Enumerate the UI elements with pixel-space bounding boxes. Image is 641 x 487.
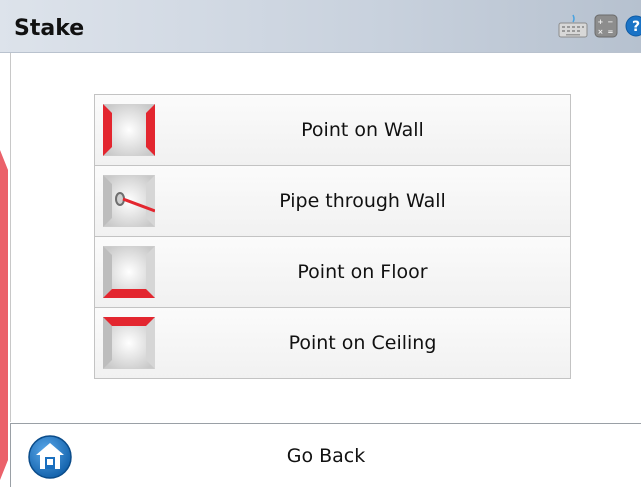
side-accent bbox=[0, 150, 8, 480]
footer-bar: Go Back bbox=[10, 423, 641, 487]
svg-text:×: × bbox=[598, 28, 604, 36]
point-on-wall-icon bbox=[103, 104, 155, 156]
home-icon[interactable] bbox=[28, 435, 72, 479]
keyboard-icon[interactable] bbox=[558, 13, 588, 39]
svg-text:=: = bbox=[608, 28, 614, 36]
help-icon[interactable]: ? bbox=[625, 15, 641, 37]
svg-text:−: − bbox=[608, 18, 614, 26]
go-back-label: Go Back bbox=[286, 444, 366, 467]
pipe-through-wall-icon bbox=[103, 175, 155, 227]
svg-text:+: + bbox=[598, 18, 604, 26]
point-on-wall-button[interactable]: Point on Wall bbox=[94, 94, 571, 165]
menu-item-label: Pipe through Wall bbox=[279, 190, 446, 212]
menu-item-label: Point on Ceiling bbox=[288, 332, 437, 354]
point-on-ceiling-button[interactable]: Point on Ceiling bbox=[94, 307, 571, 379]
point-on-floor-icon bbox=[103, 246, 155, 298]
menu-item-label: Point on Wall bbox=[301, 119, 424, 141]
pipe-through-wall-button[interactable]: Pipe through Wall bbox=[94, 165, 571, 236]
svg-text:?: ? bbox=[632, 19, 640, 35]
page-title: Stake bbox=[14, 16, 85, 41]
menu-item-label: Point on Floor bbox=[297, 261, 428, 283]
point-on-ceiling-icon bbox=[103, 317, 155, 369]
point-on-floor-button[interactable]: Point on Floor bbox=[94, 236, 571, 307]
calculator-icon[interactable]: + − × = bbox=[594, 14, 618, 38]
stake-menu: Point on Wall Pipe through Wall Point on… bbox=[94, 94, 571, 379]
go-back-button[interactable]: Go Back bbox=[11, 424, 641, 487]
title-bar: Stake + − × = ? bbox=[0, 0, 641, 53]
header-tools: + − × = ? bbox=[558, 13, 641, 39]
